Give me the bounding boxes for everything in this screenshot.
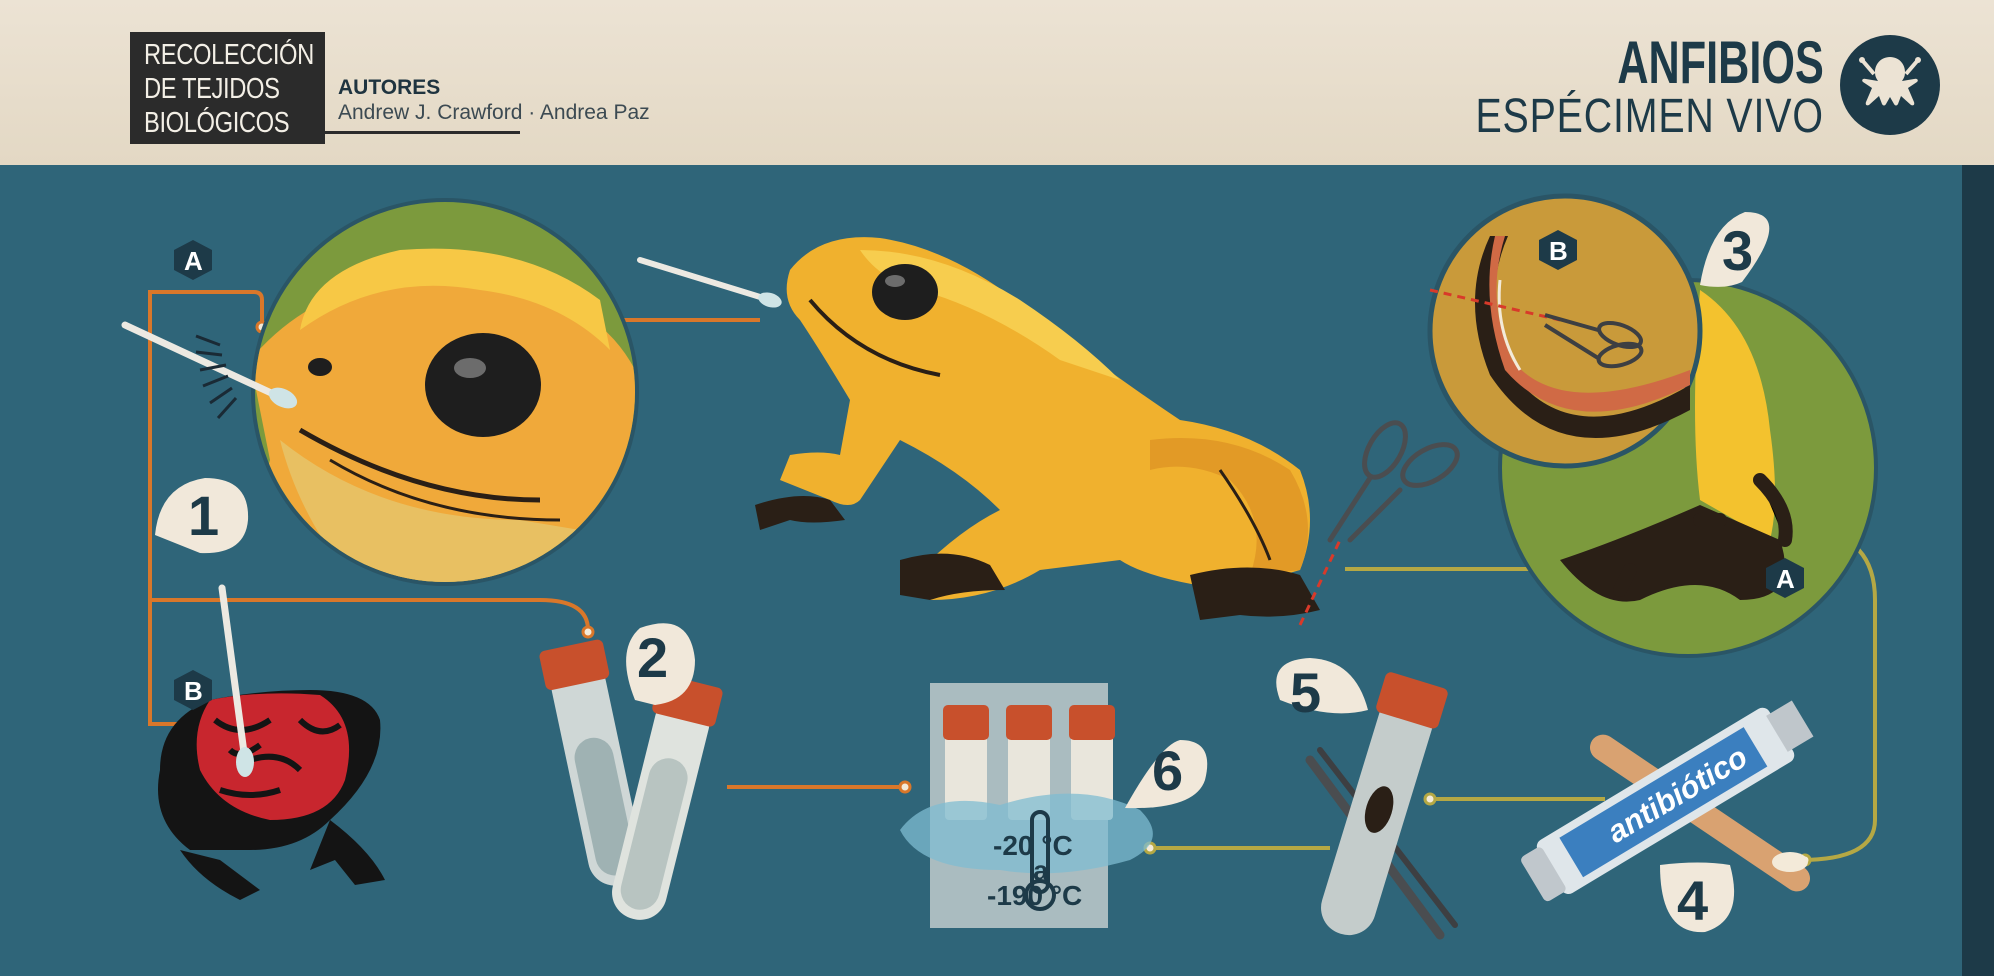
step-number-5: 5 bbox=[1290, 661, 1321, 724]
step-callout-3: 3 bbox=[1700, 212, 1770, 287]
diagram-artwork: antibiótico 1 2 3 4 5 6 A B B A -20 °C a… bbox=[121, 193, 1878, 940]
marker-a-toe-label: A bbox=[1776, 564, 1795, 594]
infographic: RECOLECCIÓN DE TEJIDOS BIOLÓGICOS AUTORE… bbox=[0, 0, 1994, 976]
golden-frog-illustration bbox=[637, 237, 1320, 620]
step-number-1: 1 bbox=[188, 484, 219, 547]
step-number-6: 6 bbox=[1152, 739, 1183, 802]
poison-frog-illustration bbox=[158, 584, 385, 900]
marker-b-clip-label: B bbox=[1549, 236, 1568, 266]
marker-b-label: B bbox=[184, 676, 203, 706]
step-number-4: 4 bbox=[1677, 869, 1708, 932]
step-callout-5: 5 bbox=[1276, 658, 1368, 724]
temp-low: -190 °C bbox=[987, 880, 1082, 911]
step-callout-4: 4 bbox=[1660, 862, 1735, 933]
step-number-3: 3 bbox=[1722, 219, 1753, 282]
scissors-icon bbox=[1327, 420, 1460, 543]
cut-guide-line bbox=[1298, 539, 1342, 626]
step-callout-6: 6 bbox=[1125, 739, 1208, 809]
step-number-2: 2 bbox=[637, 626, 668, 689]
step-callout-1: 1 bbox=[155, 478, 249, 554]
marker-a-head: A bbox=[174, 240, 212, 280]
zoom-circle-head bbox=[251, 198, 639, 586]
marker-a-label: A bbox=[184, 246, 203, 276]
